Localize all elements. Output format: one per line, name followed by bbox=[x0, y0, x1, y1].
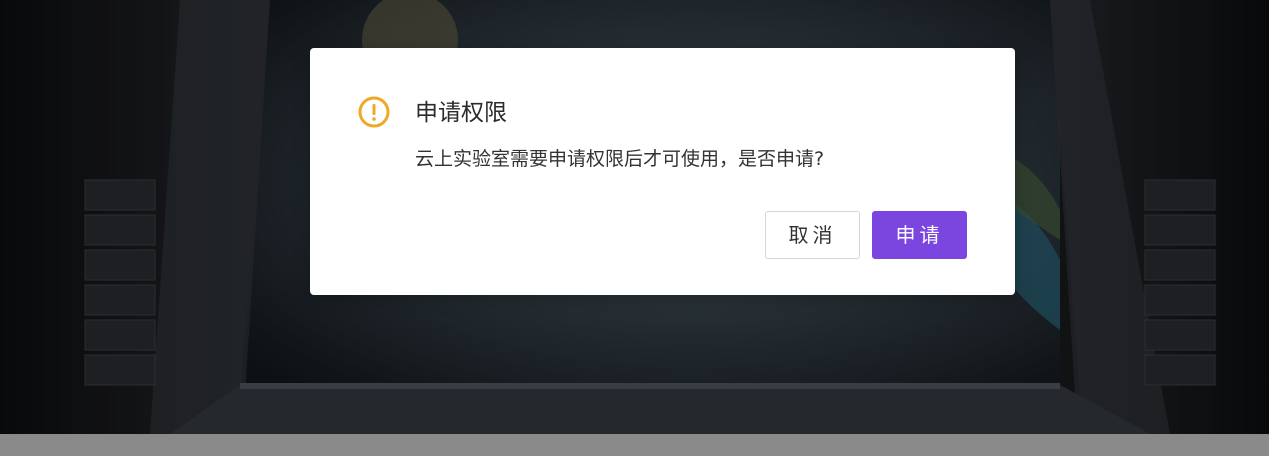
apply-button[interactable]: 申请 bbox=[872, 211, 967, 259]
warning-icon bbox=[358, 96, 390, 128]
cancel-button[interactable]: 取消 bbox=[765, 211, 860, 259]
app-stage: 申请权限 云上实验室需要申请权限后才可使用，是否申请? 取消 申请 bbox=[0, 0, 1269, 456]
dialog-title: 申请权限 bbox=[415, 100, 507, 126]
bottom-strip bbox=[0, 434, 1269, 456]
permission-dialog: 申请权限 云上实验室需要申请权限后才可使用，是否申请? 取消 申请 bbox=[310, 48, 1015, 295]
dialog-message: 云上实验室需要申请权限后才可使用，是否申请? bbox=[415, 148, 825, 170]
